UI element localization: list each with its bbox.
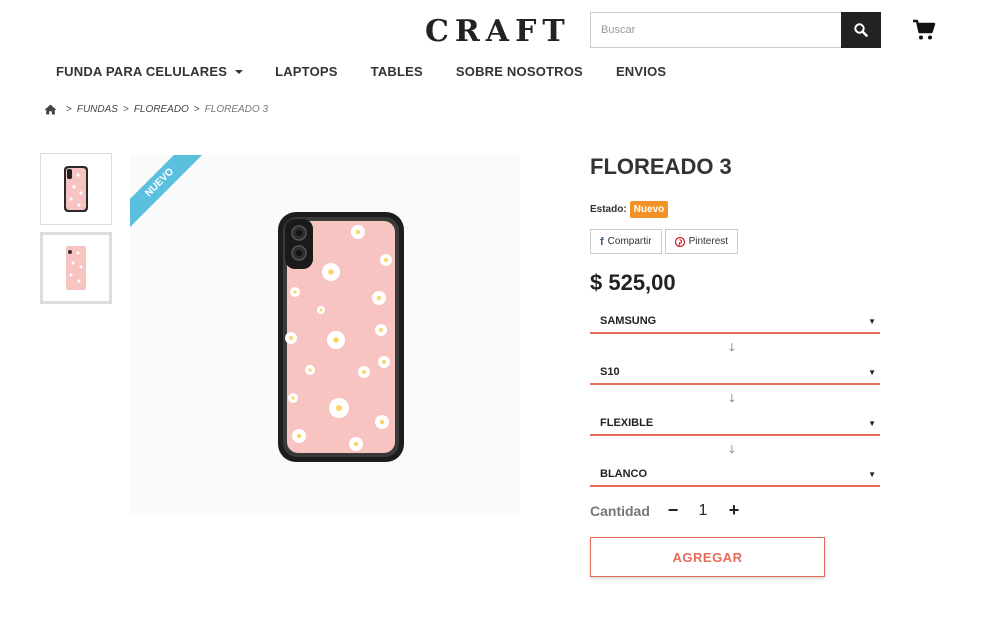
phone-case-thumbnail <box>64 166 88 212</box>
dropdown-arrow-icon: ▼ <box>868 418 876 428</box>
breadcrumb-separator: > <box>122 104 129 115</box>
thumbnail-1[interactable] <box>40 153 112 225</box>
site-logo[interactable]: CRAFT <box>425 14 571 49</box>
share-label: Compartir <box>607 236 652 247</box>
condition-label: Estado: <box>590 204 627 215</box>
breadcrumb-link-floreado[interactable]: FLOREADO <box>134 104 189 115</box>
search-bar <box>590 12 881 48</box>
select-value: SAMSUNG <box>600 315 657 327</box>
color-select[interactable]: BLANCO ▼ <box>590 463 880 487</box>
dropdown-arrow-icon: ▼ <box>868 367 876 377</box>
nav-item-label: FUNDA PARA CELULARES <box>56 64 228 79</box>
model-select[interactable]: S10 ▼ <box>590 361 880 385</box>
search-button[interactable] <box>841 12 881 48</box>
caret-down-icon <box>235 69 244 74</box>
nav-item-envios[interactable]: ENVIOS <box>616 64 666 79</box>
nav-item-tables[interactable]: TABLES <box>371 64 423 79</box>
select-value: BLANCO <box>600 468 648 480</box>
product-price: $ 525,00 <box>590 270 676 295</box>
dropdown-arrow-icon: ▼ <box>868 469 876 479</box>
breadcrumb-separator: > <box>193 104 200 115</box>
social-share: f Compartir Pinterest <box>590 229 739 254</box>
new-ribbon: NUEVO <box>130 155 210 233</box>
breadcrumb-current: FLOREADO 3 <box>204 104 269 115</box>
search-input[interactable] <box>590 12 841 48</box>
condition-badge: Nuevo <box>629 201 669 218</box>
quantity-increase-button[interactable]: + <box>726 500 742 521</box>
arrow-down-icon: 🡓 <box>729 342 735 354</box>
nav-item-sobre-nosotros[interactable]: SOBRE NOSOTROS <box>456 64 583 79</box>
main-nav: FUNDA PARA CELULARES LAPTOPS TABLES SOBR… <box>56 64 666 79</box>
select-value: S10 <box>600 366 620 378</box>
nav-item-funda-para-celulares[interactable]: FUNDA PARA CELULARES <box>56 64 244 79</box>
add-to-cart-button[interactable]: AGREGAR <box>590 537 825 577</box>
dropdown-arrow-icon: ▼ <box>868 316 876 326</box>
search-icon <box>854 23 868 37</box>
case-type-select[interactable]: FLEXIBLE ▼ <box>590 412 880 436</box>
quantity-label: Cantidad <box>590 503 650 519</box>
product-condition: Estado: Nuevo <box>590 201 669 218</box>
select-value: FLEXIBLE <box>600 417 654 429</box>
thumbnail-2[interactable] <box>40 232 112 304</box>
arrow-down-icon: 🡓 <box>729 393 735 405</box>
phone-case-thumbnail <box>66 246 86 290</box>
pinterest-share-button[interactable]: Pinterest <box>664 229 739 254</box>
breadcrumb-separator: > <box>66 104 72 115</box>
quantity-input[interactable] <box>690 500 716 522</box>
arrow-down-icon: 🡓 <box>729 444 735 456</box>
nav-item-laptops[interactable]: LAPTOPS <box>275 64 338 79</box>
breadcrumb: > FUNDAS > FLOREADO > FLOREADO 3 <box>44 104 268 115</box>
pinterest-label: Pinterest <box>688 236 729 247</box>
product-title: FLOREADO 3 <box>590 154 732 179</box>
quantity-decrease-button[interactable]: − <box>665 500 681 521</box>
phone-case-image <box>278 212 404 462</box>
facebook-share-button[interactable]: f Compartir <box>590 229 662 254</box>
product-image[interactable]: NUEVO <box>130 155 520 515</box>
brand-select[interactable]: SAMSUNG ▼ <box>590 310 880 334</box>
home-icon[interactable] <box>44 104 57 115</box>
pinterest-icon <box>674 236 685 247</box>
cart-icon[interactable] <box>912 18 936 42</box>
breadcrumb-link-fundas[interactable]: FUNDAS <box>77 104 118 115</box>
facebook-icon: f <box>600 235 604 248</box>
